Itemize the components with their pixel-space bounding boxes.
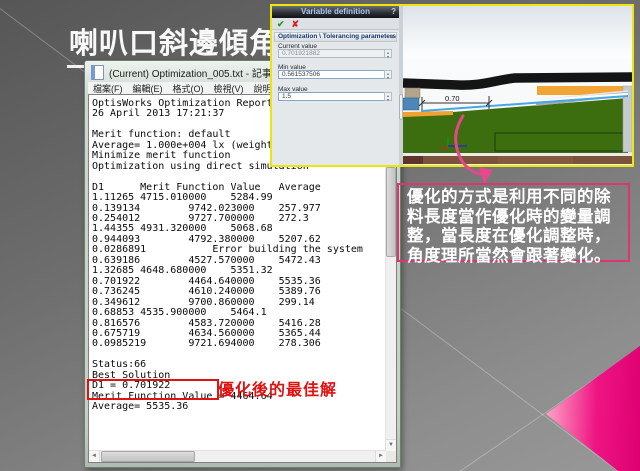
scroll-down-arrow-icon[interactable]: ▼ — [386, 439, 396, 451]
scroll-right-arrow-icon[interactable]: ► — [375, 451, 386, 462]
menu-format[interactable]: 格式(O) — [168, 82, 209, 95]
tan-block — [405, 88, 420, 98]
current-value-input[interactable] — [278, 49, 392, 58]
dimension-value: 0.70 — [445, 94, 460, 103]
dialog-title: Variable definition — [301, 7, 370, 16]
notepad-window-title: (Current) Optimization_005.txt - 記事本 — [109, 65, 282, 80]
horizontal-scrollbar-thumb[interactable] — [101, 451, 195, 462]
dialog-titlebar[interactable]: Variable definition ? — [272, 6, 399, 18]
explanation-textbox: 優化的方式是利用不同的除 料長度當作優化時的變量調 整，當長度在優化調整時， 角… — [397, 183, 630, 262]
best-solution-callout: 優化後的最佳解 — [218, 376, 337, 400]
menu-view[interactable]: 檢視(V) — [209, 82, 249, 95]
scroll-left-arrow-icon[interactable]: ◄ — [89, 451, 100, 462]
menu-file[interactable]: 檔案(F) — [88, 82, 128, 95]
notepad-icon — [91, 65, 104, 80]
slide-background: 喇叭口斜邊傾角優化結果 (Current) Optimization_005.t… — [0, 0, 640, 471]
cad-3d-viewport[interactable]: 0.70 — [403, 6, 632, 165]
dialog-toolbar: ✔ ✘ — [272, 18, 399, 30]
bottom-light-strip — [403, 153, 632, 156]
min-value-input[interactable] — [278, 70, 392, 79]
section-header-label: Optimization \ Tolerancing parameters — [278, 33, 396, 40]
spinner-icon[interactable]: ▴▾ — [384, 70, 392, 79]
vertical-scrollbar-thumb[interactable] — [386, 167, 396, 257]
green-body — [403, 98, 628, 153]
section-header[interactable]: Optimization \ Tolerancing parameters ▴ — [274, 32, 397, 42]
cancel-x-icon[interactable]: ✘ — [292, 19, 300, 29]
pink-callout-arrow — [450, 108, 510, 188]
variable-definition-panel: Variable definition ? ✔ ✘ Optimization \… — [272, 6, 399, 165]
menu-edit[interactable]: 編輯(E) — [128, 82, 168, 95]
horizontal-scrollbar[interactable]: ◄ ► — [89, 450, 386, 462]
collapse-chevron-icon[interactable]: ▴ — [391, 33, 394, 41]
spinner-icon[interactable]: ▴▾ — [384, 92, 392, 101]
arrowhead-icon — [479, 167, 493, 184]
blue-block — [403, 98, 419, 110]
spinner-icon[interactable]: ▴▾ — [384, 49, 392, 58]
brown-strip-dark — [403, 156, 423, 164]
resize-grip[interactable] — [386, 451, 396, 462]
best-solution-highlight-box — [87, 379, 219, 400]
ok-check-icon[interactable]: ✔ — [277, 19, 285, 29]
max-value-input[interactable] — [278, 92, 392, 101]
help-icon[interactable]: ? — [391, 6, 396, 18]
cad-geometry: 0.70 — [403, 6, 632, 165]
black-profile-band — [403, 77, 632, 85]
